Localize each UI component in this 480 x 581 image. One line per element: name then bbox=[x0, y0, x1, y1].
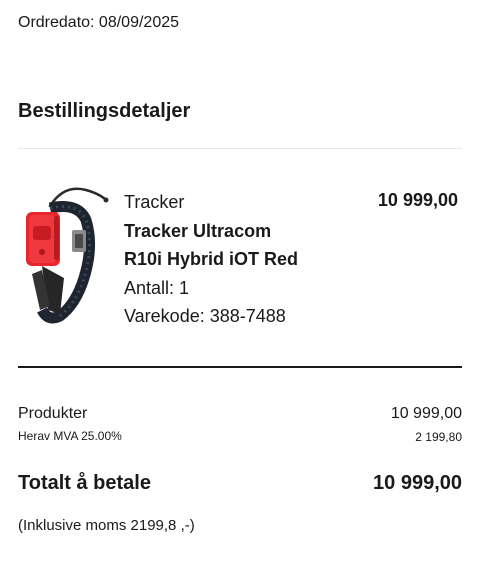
divider bbox=[18, 148, 462, 149]
product-sku: Varekode: 388-7488 bbox=[124, 306, 286, 326]
vat-label: Herav MVA 25.00% bbox=[18, 429, 122, 443]
products-value: 10 999,00 bbox=[390, 405, 462, 422]
section-title: Bestillingsdetaljer bbox=[18, 100, 191, 122]
total-value: 10 999,00 bbox=[373, 472, 462, 494]
product-image bbox=[20, 186, 110, 326]
vat-value: 2 199,80 bbox=[415, 430, 462, 444]
product-price: 10 999,00 bbox=[377, 190, 458, 210]
total-label: Totalt å betale bbox=[18, 472, 151, 494]
order-date: Ordredato: 08/09/2025 bbox=[18, 14, 180, 31]
product-category: Tracker bbox=[124, 192, 185, 212]
products-label: Produkter bbox=[18, 405, 88, 422]
product-name-line2: R10i Hybrid iOT Red bbox=[124, 249, 299, 269]
inclusive-vat-note: (Inklusive moms 2199,8 ,-) bbox=[18, 517, 195, 534]
gps-collar-icon bbox=[26, 187, 109, 324]
divider-thick bbox=[18, 366, 462, 368]
product-info: Tracker Tracker Ultracom R10i Hybrid iOT… bbox=[124, 188, 298, 331]
product-quantity: Antall: 1 bbox=[124, 277, 190, 298]
product-name-line1: Tracker Ultracom bbox=[124, 220, 272, 241]
